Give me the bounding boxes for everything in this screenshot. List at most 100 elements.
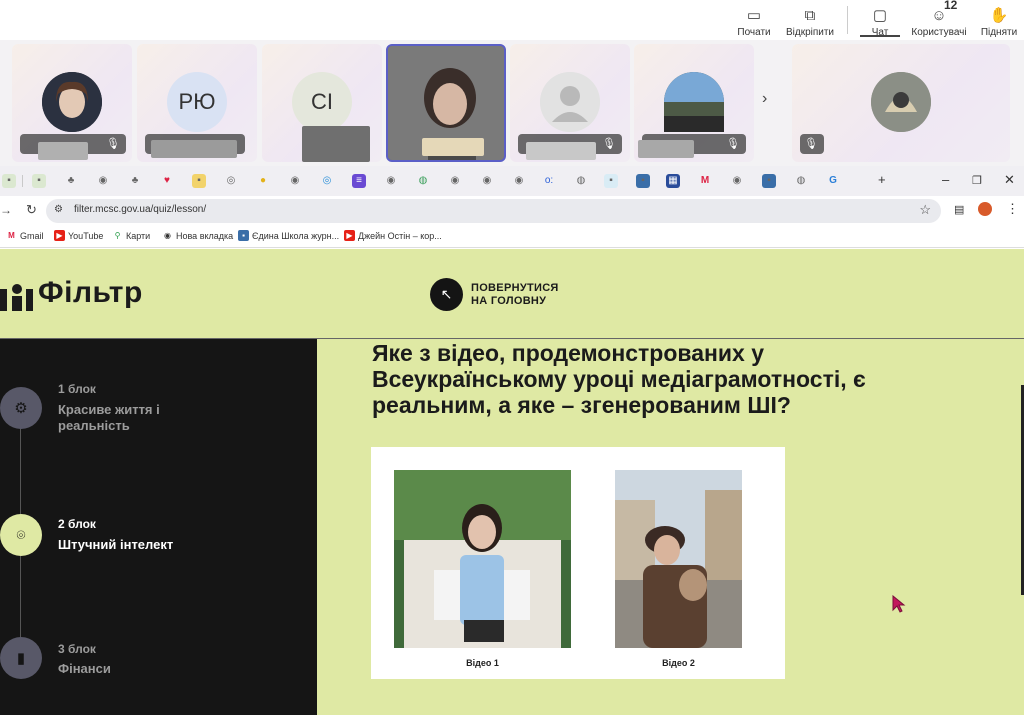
restore-icon[interactable]: ❐ [972, 174, 982, 187]
video-2-caption: Відео 2 [662, 658, 695, 668]
tab-favicon-icon[interactable]: ◎ [320, 174, 334, 188]
tab-favicon-icon[interactable]: ◉ [512, 174, 526, 188]
bookmark-school[interactable]: ▪ Єдина Школа журн... [238, 230, 339, 241]
tab-favicon-icon[interactable]: ▦ [666, 174, 680, 188]
step-title-line: Фінанси [58, 661, 111, 676]
tab-favicon-icon[interactable]: ▪ [192, 174, 206, 188]
bookmark-video[interactable]: ▶ Джейн Остін – кор... [344, 230, 442, 241]
chat-button[interactable]: ▢ Чат [862, 0, 898, 38]
avatar [540, 72, 600, 132]
tab-favicon-icon[interactable]: ◍ [416, 174, 430, 188]
step-3-title[interactable]: Фінанси [58, 661, 111, 677]
avatar [42, 72, 102, 132]
google-tab-icon[interactable]: G [826, 174, 840, 188]
avatar [871, 72, 931, 132]
bookmark-label: Карти [126, 230, 151, 241]
avatar: РЮ [167, 72, 227, 132]
reload-icon[interactable]: ↻ [26, 202, 37, 218]
participant-tile[interactable]: 🎙 [634, 44, 754, 162]
tab-favicon-icon[interactable]: ◍ [574, 174, 588, 188]
gear-icon[interactable]: ⚙ [0, 387, 42, 429]
tab-favicon-icon[interactable]: ◉ [448, 174, 462, 188]
bookmark-maps[interactable]: ⚲ Карти [112, 230, 151, 241]
youtube-icon: ▶ [344, 230, 355, 241]
back-to-home-link[interactable]: ПОВЕРНУТИСЯ НА ГОЛОВНУ [471, 282, 559, 308]
toolbar-divider [847, 6, 848, 34]
mic-muted-icon: 🎙 [804, 138, 818, 150]
bookmark-gmail[interactable]: M Gmail [6, 230, 44, 241]
share-button[interactable]: ▭ Почати [734, 0, 774, 38]
raise-hand-icon: ✋ [989, 7, 1009, 24]
site-info-icon[interactable]: ⚙ [54, 204, 63, 215]
bookmarks-bar: M Gmail ▶ YouTube ⚲ Карти ◉ Нова вкладка ▪ Єд… [0, 226, 1024, 248]
bookmark-label: Єдина Школа журн... [252, 230, 340, 241]
tab-favicon-icon[interactable]: ◉ [730, 174, 744, 188]
tab-favicon-icon[interactable]: ♣ [128, 174, 142, 188]
video-2-thumbnail[interactable] [615, 470, 742, 648]
tab-favicon-icon[interactable]: ≡ [352, 174, 366, 188]
tab-favicon-icon[interactable]: ▪ [762, 174, 776, 188]
raise-hand-button[interactable]: ✋ Підняти [978, 0, 1020, 38]
tab-favicon-icon[interactable]: ▪ [636, 174, 650, 188]
tab-favicon-icon[interactable]: ● [256, 174, 270, 188]
avatar: СІ [292, 72, 352, 132]
step-1-title[interactable]: Красиве життя і реальність [58, 402, 160, 434]
tab-favicon-icon[interactable]: ▪ [2, 174, 16, 188]
profile-avatar-icon[interactable] [978, 202, 992, 216]
participant-tile-active[interactable] [386, 44, 506, 162]
filter-logo-icon[interactable] [0, 283, 34, 313]
avatar-initials: СІ [311, 89, 333, 114]
video-1-thumbnail[interactable] [394, 470, 571, 648]
tab-favicon-icon[interactable]: ▪ [32, 174, 46, 188]
site-logo[interactable]: Фільтр [38, 276, 143, 310]
forward-arrow-icon[interactable]: → [0, 203, 12, 217]
tab-favicon-icon[interactable]: ◉ [480, 174, 494, 188]
people-button[interactable]: ☺ Користувачі [908, 0, 970, 38]
step-2-number: 2 блок [58, 517, 96, 531]
back-arrow-icon[interactable]: ↖ [430, 278, 463, 311]
tab-favicon-icon[interactable]: ◍ [794, 174, 808, 188]
extension-icon[interactable]: ▤ [954, 203, 964, 216]
bookmark-new-tab[interactable]: ◉ Нова вкладка [162, 230, 233, 241]
tab-favicon-icon[interactable]: ◉ [96, 174, 110, 188]
bookmark-label: Gmail [20, 230, 44, 241]
bookmark-label: Нова вкладка [176, 230, 234, 241]
step-3-number: 3 блок [58, 642, 96, 656]
step-2-title[interactable]: Штучний інтелект [58, 537, 173, 553]
meeting-toolbar: ▭ Почати ⧉ Відкріпити ▢ Чат ☺ Користувач… [0, 0, 1024, 40]
phone-icon[interactable]: ▮ [0, 637, 42, 679]
new-tab-plus-icon[interactable]: + [878, 172, 886, 187]
participant-tile[interactable]: СІ [262, 44, 382, 162]
chevron-right-icon[interactable]: › [762, 90, 767, 108]
participant-tile[interactable]: 🎙 [510, 44, 630, 162]
ai-scan-icon[interactable]: ⌾ [0, 514, 42, 556]
back-line1: ПОВЕРНУТИСЯ [471, 282, 559, 294]
gmail-tab-icon[interactable]: M [698, 174, 712, 188]
minimize-icon[interactable]: – [942, 172, 949, 187]
tab-favicon-icon[interactable]: o: [542, 174, 556, 188]
mic-muted-icon: 🎙 [106, 138, 120, 150]
redacted-name [422, 138, 484, 156]
tab-favicon-icon[interactable]: ◉ [288, 174, 302, 188]
bookmark-star-icon[interactable]: ☆ [919, 202, 931, 218]
pop-out-button[interactable]: ⧉ Відкріпити [784, 0, 836, 38]
share-label: Почати [737, 27, 771, 38]
school-icon: ▪ [238, 230, 249, 241]
close-window-icon[interactable]: ✕ [1004, 172, 1015, 188]
tab-favicon-icon[interactable]: ▪ [604, 174, 618, 188]
tab-favicon-icon[interactable]: ♥ [160, 174, 174, 188]
tab-favicon-icon[interactable]: ◎ [224, 174, 238, 188]
url-field[interactable]: ⚙ filter.mcsc.gov.ua/quiz/lesson/ ☆ [46, 199, 941, 223]
participant-tile[interactable]: 🎙 [12, 44, 132, 162]
back-line2: НА ГОЛОВНУ [471, 295, 547, 307]
tab-favicon-icon[interactable]: ◉ [384, 174, 398, 188]
name-bar: 🎙 [800, 134, 824, 154]
tab-favicon-icon[interactable]: ♣ [64, 174, 78, 188]
menu-dots-icon[interactable]: ⋮ [1006, 201, 1019, 217]
participant-tile[interactable]: 🎙 [792, 44, 1010, 162]
gmail-icon: M [8, 231, 15, 240]
participants-strip: 🎙 РЮ СІ 🎙 🎙 › 🎙 [0, 40, 1024, 166]
tab-divider [22, 175, 23, 187]
bookmark-youtube[interactable]: ▶ YouTube [54, 230, 103, 241]
participant-tile[interactable]: РЮ [137, 44, 257, 162]
